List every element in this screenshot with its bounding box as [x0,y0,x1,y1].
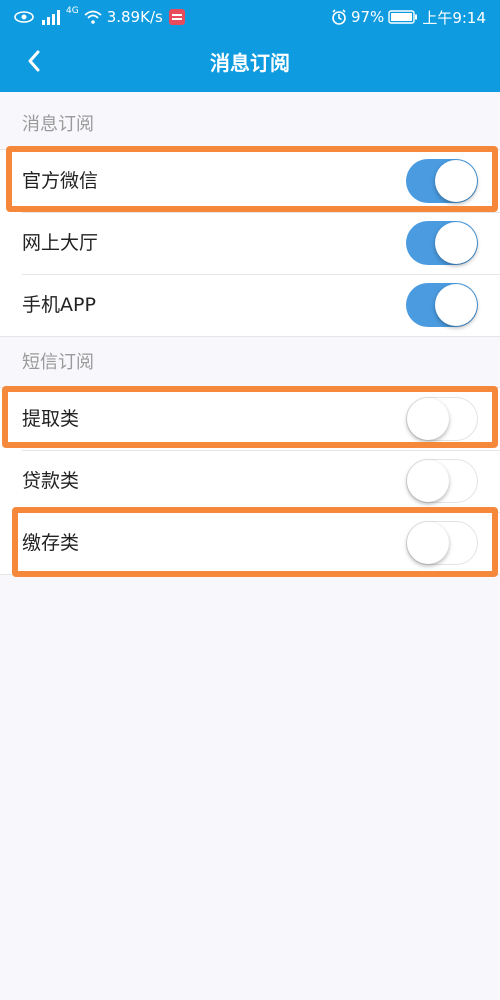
toggle-knob [407,460,449,502]
eye-icon [14,11,34,23]
list-item-loan: 贷款类 [0,450,500,512]
toggle-knob [435,222,477,264]
toggle-knob [435,284,477,326]
toggle-knob [435,160,477,202]
list-item-withdrawal: 提取类 [0,388,500,450]
toggle-knob [407,398,449,440]
item-label: 贷款类 [22,470,80,492]
list-item-mobile-app: 手机APP [0,274,500,336]
deposit-toggle[interactable] [406,521,478,565]
network-type: 4G [66,6,79,16]
app-notification-icon [168,8,186,26]
page-title: 消息订阅 [210,51,290,75]
wifi-icon [84,10,102,24]
item-label: 缴存类 [22,532,80,554]
item-label: 官方微信 [22,170,99,192]
section-divider [0,574,500,575]
status-bar: 4G 3.89K/s 97% 上午9:14 [0,0,500,34]
loan-toggle[interactable] [406,459,478,503]
header-bar: 消息订阅 [0,34,500,92]
toggle-knob [407,522,449,564]
list-item-online-hall: 网上大厅 [0,212,500,274]
sms-subscription-list: 提取类 贷款类 缴存类 [0,388,500,574]
item-label: 网上大厅 [22,232,99,254]
official-wechat-toggle[interactable] [406,159,478,203]
section-title-sms: 短信订阅 [22,352,94,373]
list-item-deposit: 缴存类 [0,512,500,574]
battery-percent: 97% [350,8,385,26]
alarm-icon [331,9,347,25]
message-subscription-list: 官方微信 网上大厅 手机APP [0,150,500,336]
battery-icon [388,10,418,24]
clock-time: 上午9:14 [422,8,486,27]
network-speed: 3.89K/s [106,8,163,26]
online-hall-toggle[interactable] [406,221,478,265]
mobile-app-toggle[interactable] [406,283,478,327]
item-label: 手机APP [22,294,96,316]
signal-icon [39,9,61,25]
list-item-official-wechat: 官方微信 [0,150,500,212]
section-title-message: 消息订阅 [22,114,94,135]
section-divider [0,336,500,337]
withdrawal-toggle[interactable] [406,397,478,441]
item-label: 提取类 [22,408,80,430]
